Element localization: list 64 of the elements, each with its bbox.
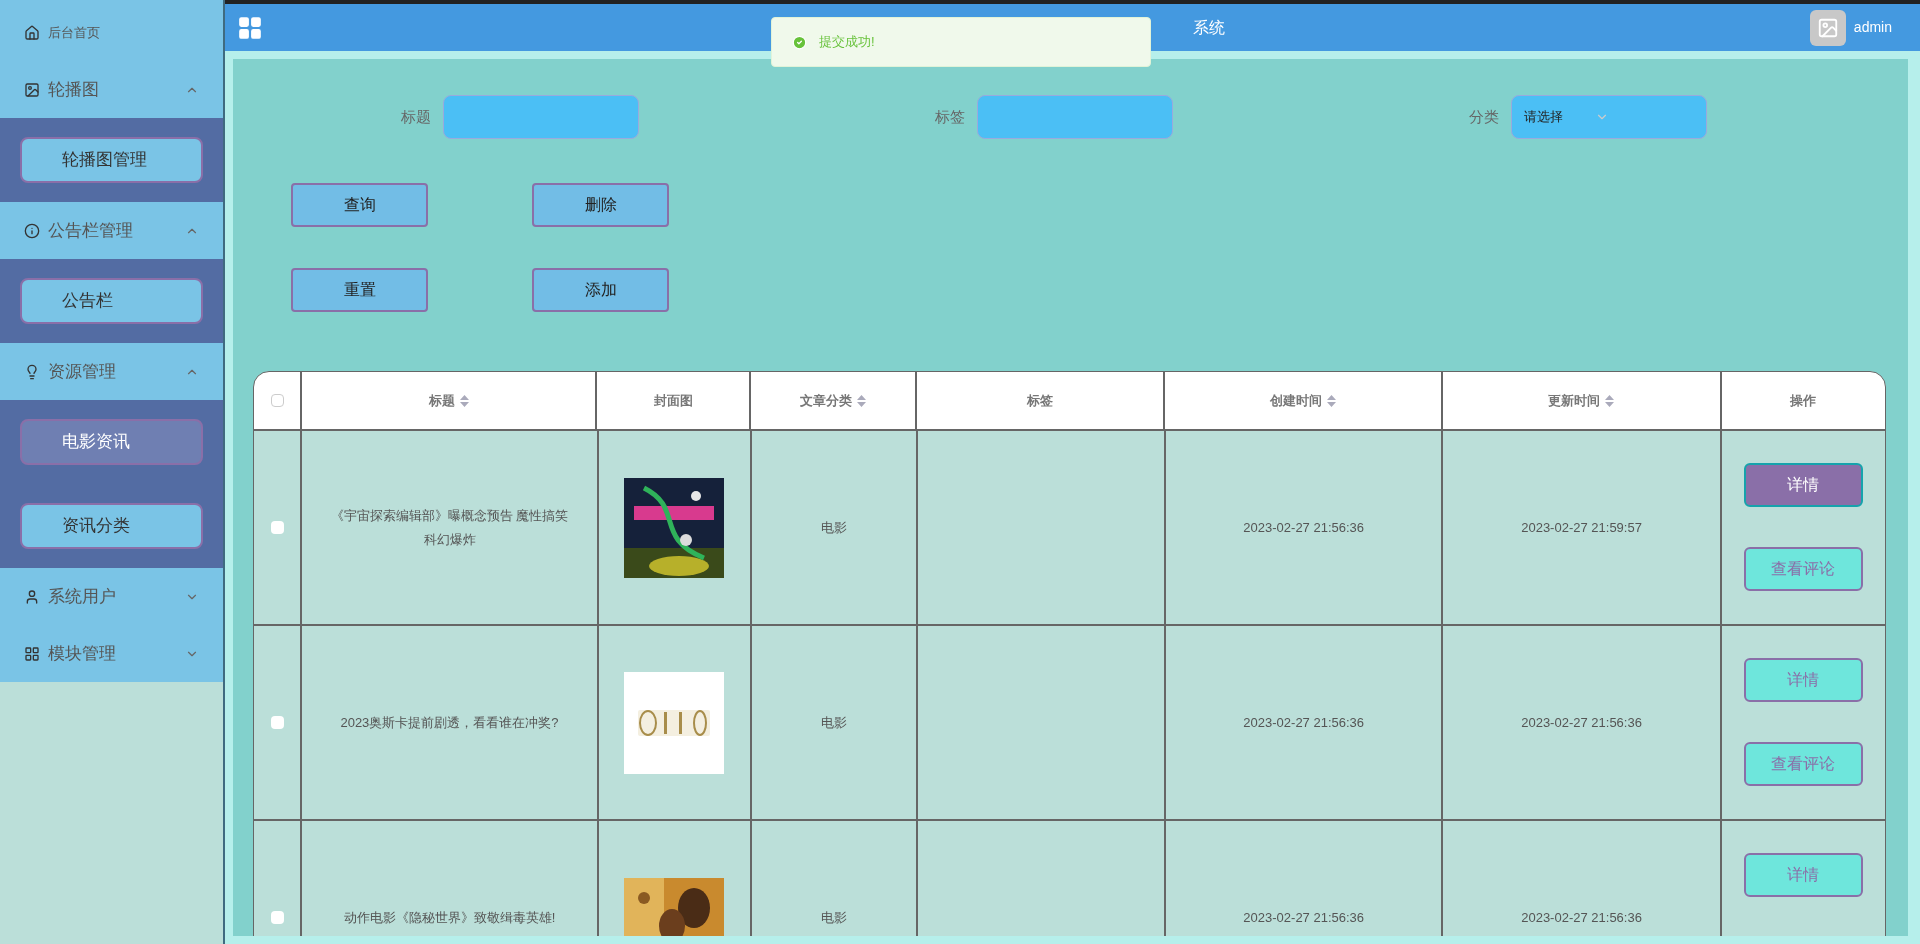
filter-label: 分类 bbox=[1469, 106, 1499, 127]
sort-icon[interactable] bbox=[857, 394, 866, 407]
column-header[interactable]: 更新时间 bbox=[1548, 390, 1615, 411]
row-checkbox[interactable] bbox=[270, 521, 284, 534]
menu-item[interactable]: 轮播图 bbox=[0, 61, 223, 118]
table-cell-text: 电影 bbox=[820, 908, 847, 927]
submenu-item[interactable]: 资讯分类 bbox=[20, 503, 203, 549]
action-button[interactable]: 删除 bbox=[532, 183, 669, 227]
table-cell-text: 2023-02-27 21:56:36 bbox=[1521, 908, 1642, 927]
column-header: 标签 bbox=[1027, 391, 1053, 410]
category-select[interactable]: 请选择 bbox=[1511, 95, 1707, 139]
table-cell-text: 2023-02-27 21:56:36 bbox=[1243, 713, 1365, 732]
row-button[interactable]: 详情 bbox=[1743, 463, 1863, 507]
menu-item[interactable]: 公告栏管理 bbox=[0, 202, 223, 259]
row-button[interactable]: 详情 bbox=[1743, 658, 1863, 702]
text-field[interactable] bbox=[977, 95, 1173, 139]
row-checkbox[interactable] bbox=[270, 911, 284, 924]
table-cell-text: 2023-02-27 21:56:36 bbox=[1243, 908, 1365, 927]
text-field[interactable] bbox=[443, 95, 639, 139]
action-button[interactable]: 添加 bbox=[532, 268, 669, 312]
row-button[interactable]: 查看评论 bbox=[1743, 742, 1863, 786]
user-name[interactable]: admin bbox=[1853, 17, 1892, 38]
column-header[interactable]: 创建时间 bbox=[1270, 390, 1337, 411]
row-button[interactable]: 详情 bbox=[1743, 853, 1863, 897]
table-cell-text: 2023-02-27 21:56:36 bbox=[1243, 518, 1365, 537]
table-cell-text: 2023-02-27 21:56:36 bbox=[1521, 713, 1642, 732]
filter-label: 标题 bbox=[401, 106, 431, 127]
table-cell-text: 动作电影《隐秘世界》致敬缉毒英雄! bbox=[343, 908, 556, 927]
row-button[interactable]: 查看评论 bbox=[1743, 547, 1863, 591]
menu-item[interactable]: 模块管理 bbox=[0, 625, 223, 682]
sort-icon[interactable] bbox=[1605, 394, 1615, 407]
menu-item[interactable]: 系统用户 bbox=[0, 568, 223, 625]
menu-label: 资源管理 bbox=[48, 360, 117, 383]
table-cell-text: 《宇宙探索编辑部》曝概念预告 魔性搞笑科幻爆炸 bbox=[329, 506, 570, 549]
action-button[interactable]: 重置 bbox=[291, 268, 428, 312]
menu-label: 公告栏管理 bbox=[48, 219, 134, 242]
row-checkbox[interactable] bbox=[270, 716, 284, 729]
action-button[interactable]: 查询 bbox=[291, 183, 428, 227]
select-placeholder: 请选择 bbox=[1524, 108, 1563, 127]
table-cell-text: 电影 bbox=[820, 713, 847, 732]
menu-label: 后台首页 bbox=[48, 23, 101, 42]
table-cell-text: 2023奥斯卡提前剧透，看看谁在冲奖? bbox=[340, 713, 559, 732]
column-header: 封面图 bbox=[653, 391, 693, 410]
avatar-icon[interactable] bbox=[1809, 9, 1846, 46]
table-cell-text: 电影 bbox=[820, 518, 847, 537]
column-header: 操作 bbox=[1790, 391, 1817, 410]
select-all-checkbox[interactable] bbox=[270, 394, 284, 407]
menu-item[interactable]: 后台首页 bbox=[0, 4, 223, 61]
app-title: 系统 bbox=[1193, 17, 1225, 38]
menu-label: 轮播图 bbox=[48, 78, 100, 101]
filter-label: 标签 bbox=[935, 106, 965, 127]
submenu-item[interactable]: 公告栏 bbox=[20, 278, 203, 324]
submenu-item[interactable]: 电影资讯 bbox=[20, 419, 203, 465]
menu-item[interactable]: 资源管理 bbox=[0, 343, 223, 400]
column-header[interactable]: 标题 bbox=[428, 390, 469, 411]
column-header[interactable]: 文章分类 bbox=[800, 390, 866, 411]
menu-label: 模块管理 bbox=[48, 642, 117, 665]
toast-message: 提交成功! bbox=[819, 33, 875, 52]
sort-icon[interactable] bbox=[1327, 394, 1337, 407]
table-cell-text: 2023-02-27 21:59:57 bbox=[1521, 518, 1642, 537]
sort-icon[interactable] bbox=[459, 394, 469, 407]
menu-label: 系统用户 bbox=[48, 585, 117, 608]
success-icon bbox=[792, 34, 807, 50]
submenu-item[interactable]: 轮播图管理 bbox=[20, 137, 203, 183]
